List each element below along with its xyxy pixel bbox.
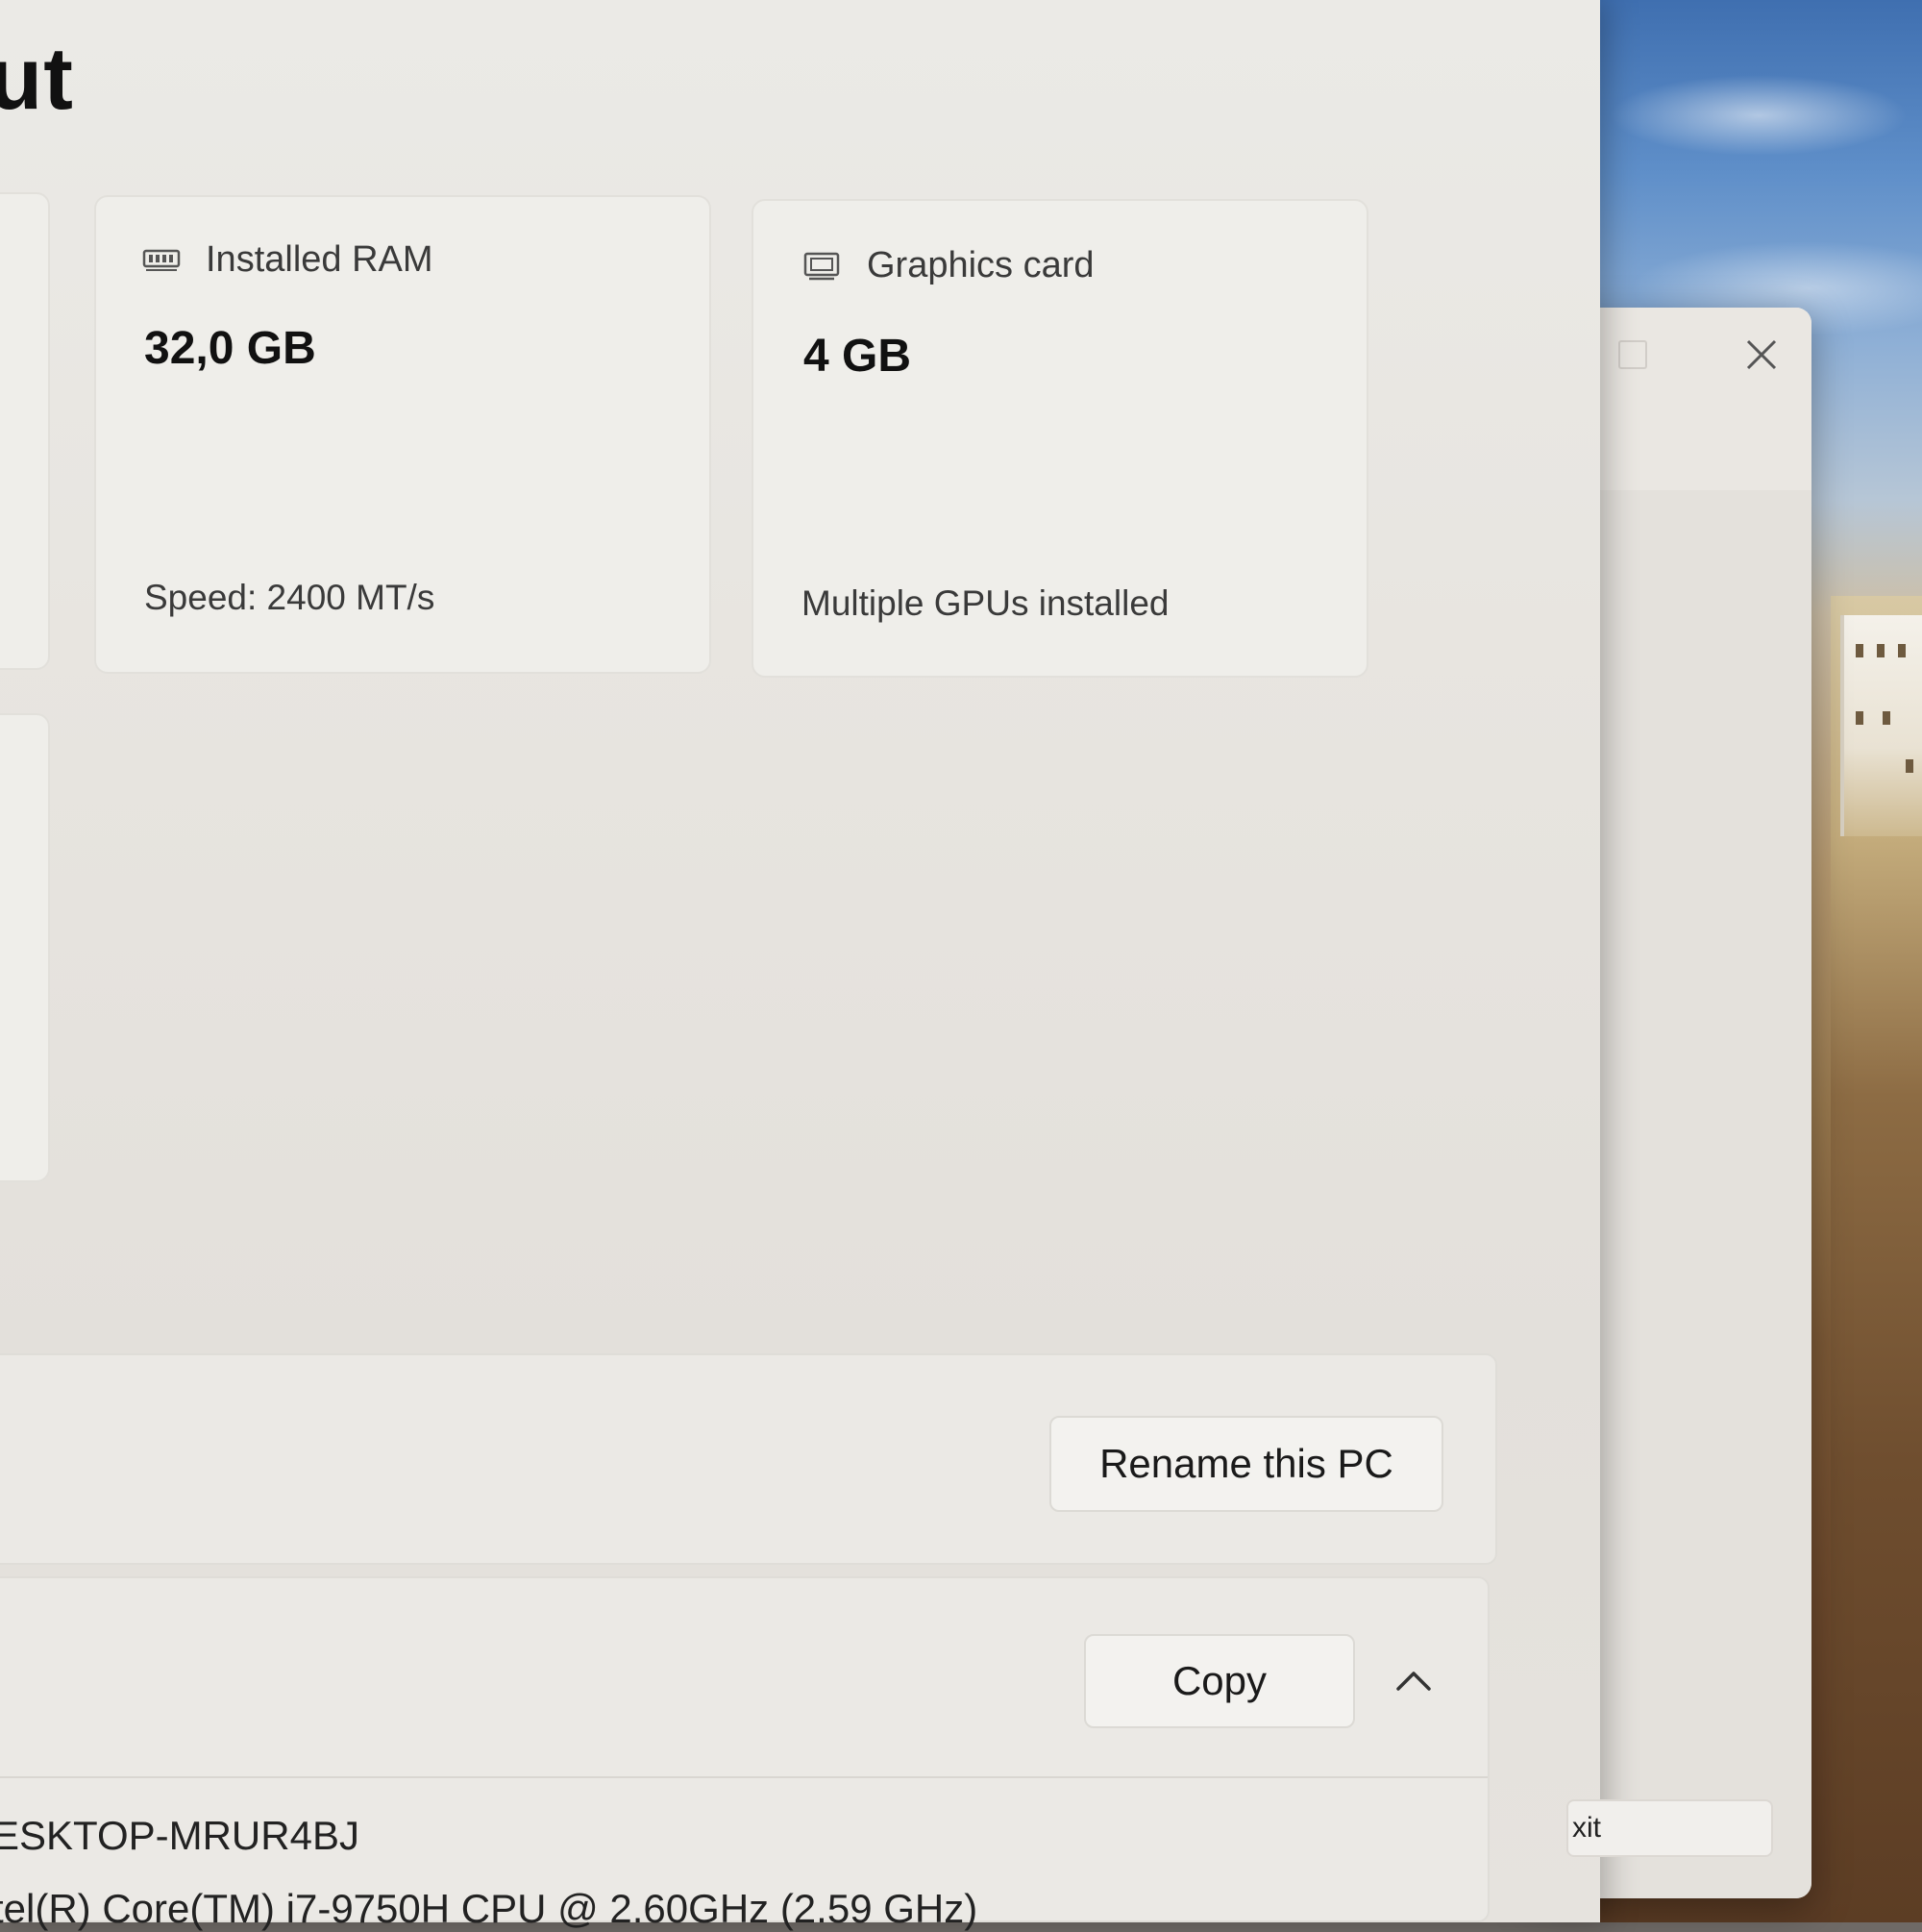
page-title: ut [0,30,74,128]
maximize-icon[interactable] [1618,340,1647,369]
memory-icon [142,249,181,271]
ram-label: Installed RAM [206,239,433,280]
ram-card: Installed RAM 32,0 GB Speed: 2400 MT/s [94,195,711,674]
gpu-multiple-note: Multiple GPUs installed [801,583,1170,623]
dialog-exit-button[interactable]: xit [1566,1799,1773,1857]
ram-value: 32,0 GB [144,323,316,374]
gpu-card: Graphics card 4 GB Multiple GPUs install… [752,199,1368,678]
device-specs-panel [0,1576,1490,1922]
settings-window: ut Installed RAM 32,0 GB Speed: 2400 MT/… [0,0,1600,1931]
ram-speed: Speed: 2400 MT/s [144,578,435,617]
wallpaper-town [1840,615,1922,836]
dialog-exit-label: xit [1572,1812,1601,1844]
gpu-value: 4 GB [803,331,912,382]
storage-card-partial [0,713,50,1182]
processor-value: tel(R) Core(TM) i7-9750H CPU @ 2.60GHz (… [0,1886,978,1931]
close-icon[interactable] [1737,331,1786,379]
display-icon [803,252,840,281]
rename-pc-button[interactable]: Rename this PC [1049,1416,1443,1512]
device-card-partial [0,192,50,670]
copy-button[interactable]: Copy [1084,1634,1355,1728]
device-name-value: ESKTOP-MRUR4BJ [0,1813,359,1858]
specs-divider [0,1776,1488,1778]
gpu-label: Graphics card [867,245,1095,285]
chevron-up-icon[interactable] [1387,1661,1441,1699]
